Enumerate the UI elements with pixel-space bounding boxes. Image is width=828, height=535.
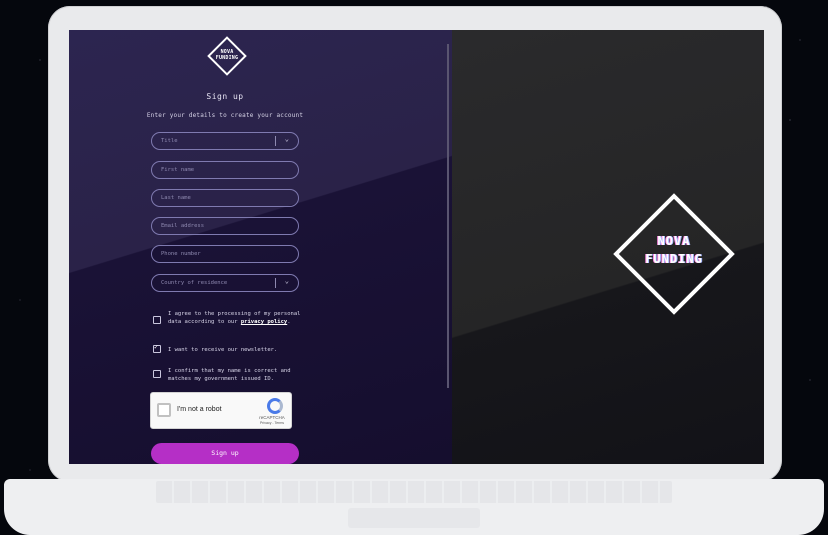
select-divider [275, 136, 276, 146]
nova-funding-logo-large: NOVA FUNDING [612, 192, 736, 316]
scrollbar[interactable] [447, 44, 449, 388]
last-name-placeholder: Last name [161, 195, 191, 201]
email-placeholder: Email address [161, 223, 205, 229]
laptop-screen: NOVA FUNDING Sign up Enter your details t… [69, 30, 764, 464]
form-subtitle: Enter your details to create your accoun… [146, 112, 304, 119]
email-field[interactable]: Email address [151, 217, 299, 235]
recaptcha-terms[interactable]: Privacy - Terms [257, 421, 287, 425]
id-confirm-text: I confirm that my name is correct and ma… [168, 368, 291, 382]
logo-large-line2: FUNDING [645, 252, 703, 266]
newsletter-checkbox[interactable]: ✓ [153, 343, 161, 353]
country-select[interactable]: Country of residence ⌄ [151, 274, 299, 292]
privacy-consent-text: I agree to the processing of my personal… [168, 310, 303, 326]
logo-large-line1: NOVA [657, 234, 691, 248]
privacy-text-post: . [287, 319, 291, 325]
newsletter-consent-text: I want to receive our newsletter. [168, 347, 278, 353]
form-heading: Sign up [206, 92, 244, 101]
title-placeholder: Title [161, 138, 178, 144]
nova-funding-logo-small: NOVA FUNDING [207, 36, 247, 76]
chevron-down-icon: ⌄ [284, 277, 289, 285]
recaptcha-brand: reCAPTCHA [259, 415, 285, 420]
recaptcha-icon [267, 398, 283, 414]
title-select[interactable]: Title ⌄ [151, 132, 299, 150]
first-name-placeholder: First name [161, 167, 195, 173]
laptop-trackpad [348, 508, 480, 528]
country-placeholder: Country of residence [161, 280, 228, 286]
brand-panel: NOVA FUNDING [452, 30, 764, 464]
recaptcha-label: I'm not a robot [177, 406, 222, 413]
recaptcha-checkbox[interactable] [157, 403, 171, 417]
logo-line2: FUNDING [215, 55, 239, 61]
first-name-field[interactable]: First name [151, 161, 299, 179]
checkmark-icon: ✓ [154, 343, 159, 351]
last-name-field[interactable]: Last name [151, 189, 299, 207]
privacy-policy-link[interactable]: privacy policy [241, 319, 287, 325]
sign-up-button[interactable]: Sign up [151, 443, 299, 464]
chevron-down-icon: ⌄ [284, 135, 289, 143]
signup-panel: NOVA FUNDING Sign up Enter your details t… [69, 30, 452, 464]
phone-field[interactable]: Phone number [151, 245, 299, 263]
phone-placeholder: Phone number [161, 251, 201, 257]
privacy-checkbox[interactable] [153, 316, 161, 324]
recaptcha-widget: I'm not a robot reCAPTCHA Privacy - Term… [150, 392, 292, 429]
select-divider [275, 278, 276, 288]
laptop-keyboard [156, 481, 672, 503]
id-confirm-checkbox[interactable] [153, 370, 161, 378]
